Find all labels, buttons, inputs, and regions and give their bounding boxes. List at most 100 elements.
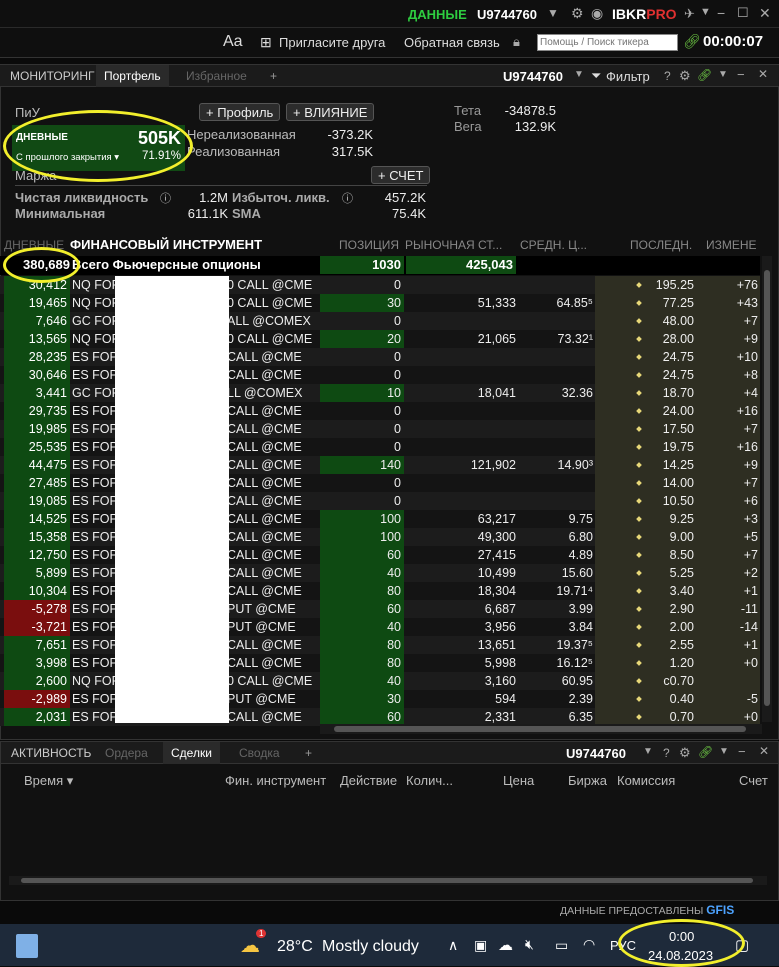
- col-instrument[interactable]: Фин. инструмент: [225, 773, 326, 788]
- col-market[interactable]: РЫНОЧНАЯ СТ...: [405, 238, 502, 252]
- col-time[interactable]: Время ▾: [24, 773, 73, 789]
- scroll-thumb[interactable]: [764, 270, 770, 706]
- tab-orders[interactable]: Ордера: [97, 742, 156, 764]
- battery-icon[interactable]: ▭: [555, 937, 568, 954]
- info-icon[interactable]: ⓘ: [342, 190, 353, 206]
- lock-icon[interactable]: 🔒︎: [513, 34, 520, 50]
- chevron-down-icon[interactable]: ▼: [719, 746, 729, 757]
- feedback-link[interactable]: Обратная связь: [404, 35, 500, 50]
- table-row[interactable]: 28,235 ES FOP CALL @CME 0 24.75 +10: [0, 348, 760, 366]
- chevron-down-icon[interactable]: ▼: [700, 6, 711, 18]
- chevron-down-icon[interactable]: ▼: [547, 6, 559, 20]
- gear-icon[interactable]: ⚙: [679, 68, 691, 84]
- chevron-down-icon[interactable]: ▼: [718, 69, 728, 80]
- minimize-icon[interactable]: −: [717, 5, 725, 21]
- table-row[interactable]: 19,465 NQ FOP 0 CALL @CME 30 51,333 64.85⁵ 77.…: [0, 294, 760, 312]
- table-row[interactable]: 3,441 GC FOP LL @COMEX 10 18,041 32.36 18.70 +4: [0, 384, 760, 402]
- table-row[interactable]: 44,475 ES FOP CALL @CME 140 121,902 14.90³ 14.…: [0, 456, 760, 474]
- col-avg[interactable]: СРЕДН. Ц...: [520, 238, 587, 252]
- tab-activity[interactable]: АКТИВНОСТЬ: [3, 742, 99, 764]
- panel-account[interactable]: U9744760: [503, 69, 563, 84]
- info-icon[interactable]: ⓘ: [160, 190, 171, 206]
- table-row[interactable]: 15,358 ES FOP CALL @CME 100 49,300 6.80 9.00 +5: [0, 528, 760, 546]
- add-tab-button[interactable]: +: [297, 742, 320, 764]
- table-row[interactable]: 30,412 NQ FOP 0 CALL @CME 0 195.25 +76: [0, 276, 760, 294]
- col-change[interactable]: ИЗМЕНЕ: [706, 238, 757, 252]
- table-row[interactable]: -2,989 ES FOP PUT @CME 30 594 2.39 0.40 -5: [0, 690, 760, 708]
- invite-friend-link[interactable]: Пригласите друга: [279, 35, 385, 50]
- scroll-thumb[interactable]: [21, 878, 753, 883]
- col-exchange[interactable]: Биржа: [568, 773, 607, 788]
- tab-portfolio[interactable]: Портфель: [96, 65, 169, 87]
- volume-mute-icon[interactable]: 🔇︎: [525, 936, 534, 953]
- col-commission[interactable]: Комиссия: [617, 773, 675, 788]
- tab-watchlist[interactable]: Избранное: [178, 65, 255, 87]
- horizontal-scrollbar[interactable]: [9, 876, 767, 885]
- table-row[interactable]: 14,525 ES FOP CALL @CME 100 63,217 9.75 9.25 +3: [0, 510, 760, 528]
- add-account-button[interactable]: + СЧЕТ: [371, 166, 431, 184]
- minimize-icon[interactable]: −: [737, 67, 745, 82]
- tab-trades[interactable]: Сделки: [163, 742, 220, 764]
- table-row[interactable]: 7,646 GC FOP ALL @COMEX 0 48.00 +7: [0, 312, 760, 330]
- col-price[interactable]: Цена: [503, 773, 534, 788]
- add-tab-button[interactable]: +: [262, 65, 285, 87]
- cloud-icon[interactable]: ☁: [498, 936, 513, 954]
- filter-icon[interactable]: ⏷: [591, 68, 601, 84]
- help-icon[interactable]: ?: [664, 69, 671, 83]
- weather-temp[interactable]: 28°C: [277, 938, 313, 956]
- gear-icon[interactable]: ⚙: [679, 745, 691, 761]
- col-qty[interactable]: Колич...: [406, 773, 453, 788]
- scroll-thumb[interactable]: [334, 726, 746, 732]
- table-row[interactable]: 12,750 ES FOP CALL @CME 60 27,415 4.89 8.50 +7: [0, 546, 760, 564]
- total-row[interactable]: 380,689 Всего Фьючерсные опционы 1030 42…: [0, 256, 760, 275]
- vertical-scrollbar[interactable]: [762, 256, 772, 722]
- gear-icon[interactable]: ⚙: [571, 5, 584, 22]
- link-icon[interactable]: 🔗︎: [698, 745, 713, 759]
- close-icon[interactable]: ✕: [759, 5, 771, 22]
- help-icon[interactable]: ?: [663, 746, 670, 760]
- col-account[interactable]: Счет: [739, 773, 768, 788]
- table-row[interactable]: 2,600 NQ FOP 0 CALL @CME 40 3,160 60.95 c0.70: [0, 672, 760, 690]
- table-row[interactable]: 29,735 ES FOP CALL @CME 0 24.00 +16: [0, 402, 760, 420]
- link-icon[interactable]: 🔗︎: [683, 33, 701, 50]
- close-icon[interactable]: ✕: [758, 67, 768, 81]
- table-row[interactable]: 5,899 ES FOP CALL @CME 40 10,499 15.60 5.25 +2: [0, 564, 760, 582]
- close-icon[interactable]: ✕: [759, 744, 769, 758]
- add-profile-button[interactable]: + Профиль: [199, 103, 281, 121]
- col-instrument[interactable]: ФИНАНСОВЫЙ ИНСТРУМЕНТ: [70, 237, 267, 252]
- pin-icon[interactable]: ✈: [684, 6, 695, 22]
- camera-icon[interactable]: ▣: [474, 937, 487, 954]
- table-row[interactable]: 10,304 ES FOP CALL @CME 80 18,304 19.71⁴ 3.40 +…: [0, 582, 760, 600]
- user-icon[interactable]: ◉: [591, 5, 603, 22]
- col-position[interactable]: ПОЗИЦИЯ: [339, 238, 399, 252]
- horizontal-scrollbar[interactable]: [320, 724, 762, 734]
- col-last[interactable]: ПОСЛЕДН.: [630, 238, 692, 252]
- maximize-icon[interactable]: ☐: [737, 5, 749, 21]
- table-row[interactable]: 3,998 ES FOP CALL @CME 80 5,998 16.12⁵ 1.20 +0: [0, 654, 760, 672]
- minimize-icon[interactable]: −: [738, 744, 746, 759]
- chevron-down-icon[interactable]: ▼: [643, 746, 653, 757]
- activity-account[interactable]: U9744760: [566, 746, 626, 761]
- table-row[interactable]: 13,565 NQ FOP 0 CALL @CME 20 21,065 73.32¹ 28.…: [0, 330, 760, 348]
- table-row[interactable]: 25,535 ES FOP CALL @CME 0 19.75 +16: [0, 438, 760, 456]
- table-row[interactable]: -3,721 ES FOP PUT @CME 40 3,956 3.84 2.00 -14: [0, 618, 760, 636]
- table-row[interactable]: 19,985 ES FOP CALL @CME 0 17.50 +7: [0, 420, 760, 438]
- filter-button[interactable]: Фильтр: [606, 69, 650, 84]
- calculator-icon[interactable]: [16, 934, 38, 958]
- search-input[interactable]: [537, 34, 678, 51]
- font-size-button[interactable]: Aa: [223, 33, 243, 51]
- chevron-down-icon[interactable]: ▼: [574, 69, 584, 80]
- table-row[interactable]: -5,278 ES FOP PUT @CME 60 6,687 3.99 2.90 -11: [0, 600, 760, 618]
- col-action[interactable]: Действие: [340, 773, 397, 788]
- table-row[interactable]: 27,485 ES FOP CALL @CME 0 14.00 +7: [0, 474, 760, 492]
- link-icon[interactable]: 🔗︎: [697, 68, 712, 82]
- table-row[interactable]: 19,085 ES FOP CALL @CME 0 10.50 +6: [0, 492, 760, 510]
- tab-monitoring[interactable]: МОНИТОРИНГ: [2, 65, 103, 87]
- data-status[interactable]: ДАННЫЕ: [408, 7, 467, 22]
- table-row[interactable]: 7,651 ES FOP CALL @CME 80 13,651 19.37⁵ 2.55 +1: [0, 636, 760, 654]
- account-selector[interactable]: U9744760: [477, 7, 537, 22]
- chevron-up-icon[interactable]: ∧: [448, 937, 458, 954]
- tab-summary[interactable]: Сводка: [231, 742, 288, 764]
- weather-text[interactable]: Mostly cloudy: [322, 938, 419, 956]
- wifi-icon[interactable]: ◠: [583, 936, 595, 953]
